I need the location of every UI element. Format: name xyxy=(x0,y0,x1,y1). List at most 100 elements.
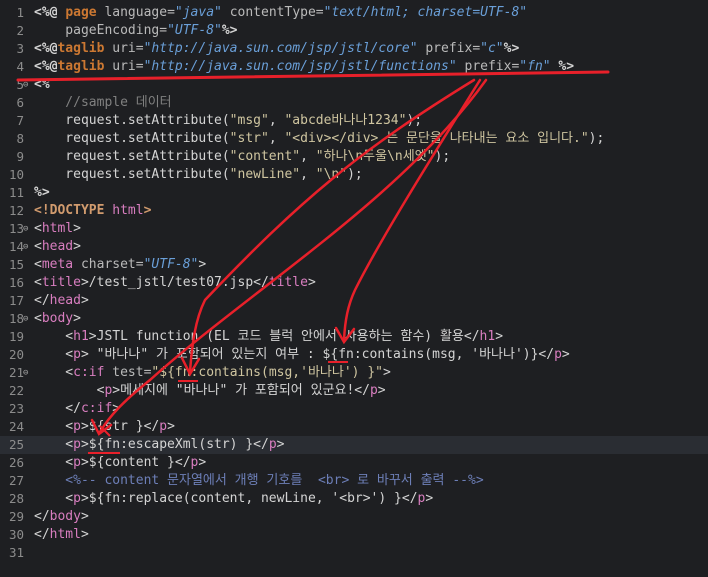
code-text: <%@taglib uri="http://java.sun.com/jsp/j… xyxy=(34,40,519,58)
code-token: c:if xyxy=(73,365,113,380)
code-token: <% xyxy=(34,77,50,92)
code-line-13[interactable]: 13 ⊖ <html> xyxy=(0,220,708,238)
code-line-3[interactable]: 3 <%@taglib uri="http://java.sun.com/jsp/… xyxy=(0,40,708,58)
code-text: <!DOCTYPE html> xyxy=(34,202,151,220)
code-token: %> xyxy=(550,59,575,74)
code-line-25[interactable]: 25 <p>${fn:escapeXml(str) }</p> xyxy=(0,436,708,454)
code-line-10[interactable]: 10 request.setAttribute("newLine", "\n")… xyxy=(0,166,708,184)
code-text: pageEncoding="UTF-8"%> xyxy=(34,22,237,40)
code-token: html xyxy=(41,221,74,236)
code-line-29[interactable]: 29 </body> xyxy=(0,508,708,526)
code-token: p xyxy=(369,383,378,398)
code-token: "fn" xyxy=(519,59,551,74)
code-token: > xyxy=(73,311,81,326)
code-token: html xyxy=(49,527,81,542)
code-token: p xyxy=(268,437,277,452)
code-text: </body> xyxy=(34,508,89,526)
fold-toggle-icon[interactable]: ⊖ xyxy=(23,310,33,328)
code-line-28[interactable]: 28 <p>${fn:replace(content, newLine, '<b… xyxy=(0,490,708,508)
code-line-14[interactable]: 14 ⊖ <head> xyxy=(0,238,708,256)
code-line-17[interactable]: 17 </head> xyxy=(0,292,708,310)
code-line-11[interactable]: 11 %> xyxy=(0,184,708,202)
code-line-1[interactable]: 1 <%@ page language="java" contentType="t… xyxy=(0,4,708,22)
line-number: 8 xyxy=(16,131,24,146)
code-token: ); xyxy=(406,113,423,128)
code-token: "msg" xyxy=(229,113,269,128)
code-token: < xyxy=(34,365,74,380)
code-line-26[interactable]: 26 <p>${content }</p> xyxy=(0,454,708,472)
code-line-7[interactable]: 7 request.setAttribute("msg", "abcde바나나1… xyxy=(0,112,708,130)
code-token: > xyxy=(198,257,207,272)
fold-toggle-icon[interactable]: ⊖ xyxy=(23,220,33,238)
code-token: < xyxy=(34,437,74,452)
code-text: <html> xyxy=(34,220,81,238)
code-token: "str" xyxy=(229,131,269,146)
code-token: request.setAttribute( xyxy=(34,149,230,164)
code-line-9[interactable]: 9 request.setAttribute("content", "하나\n두… xyxy=(0,148,708,166)
code-token: html xyxy=(112,203,144,218)
line-number: 10 xyxy=(8,167,24,182)
code-line-19[interactable]: 19 <h1>JSTL function (EL 코드 블럭 안에서 사용하는 … xyxy=(0,328,708,346)
code-token: "http://java.sun.com/jsp/jstl/core" xyxy=(143,41,418,56)
code-line-20[interactable]: 20 <p> "바나나" 가 포함되어 있는지 여부 : ${fn:contai… xyxy=(0,346,708,364)
code-line-23[interactable]: 23 </c:if> xyxy=(0,400,708,418)
fold-toggle-icon[interactable]: ⊖ xyxy=(23,76,33,94)
line-number: 2 xyxy=(16,23,24,38)
code-line-24[interactable]: 24 <p>${str }</p> xyxy=(0,418,708,436)
code-token: p xyxy=(159,419,168,434)
line-number: 13 xyxy=(8,221,24,236)
code-token: <%@ xyxy=(34,5,66,20)
code-line-12[interactable]: 12 <!DOCTYPE html> xyxy=(0,202,708,220)
code-text: request.setAttribute("newLine", "\n"); xyxy=(34,166,362,184)
code-line-5[interactable]: 5 ⊖ <% xyxy=(0,76,708,94)
line-number: 4 xyxy=(16,59,24,74)
code-token: "UTF-8" xyxy=(167,23,222,38)
code-token: <!DOCTYPE xyxy=(34,203,113,218)
fold-toggle-icon[interactable]: ⊖ xyxy=(23,238,33,256)
code-token: >${fn:escapeXml(str) }</ xyxy=(80,437,269,452)
code-token: < xyxy=(34,491,74,506)
code-line-30[interactable]: 30 </html> xyxy=(0,526,708,544)
code-text: <%@taglib uri="http://java.sun.com/jsp/j… xyxy=(34,58,574,76)
code-token: "<div></div> 는 문단을 나타내는 요소 입니다." xyxy=(284,131,589,146)
code-text: <% xyxy=(34,76,50,94)
code-token: > xyxy=(80,293,89,308)
code-line-2[interactable]: 2 pageEncoding="UTF-8"%> xyxy=(0,22,708,40)
code-token: "http://java.sun.com/jsp/jstl/functions" xyxy=(143,59,457,74)
code-line-22[interactable]: 22 <p>메세지에 "바나나" 가 포함되어 있군요!</p> xyxy=(0,382,708,400)
code-token: h1 xyxy=(479,329,496,344)
code-text: <meta charset="UTF-8"> xyxy=(34,256,206,274)
code-line-6[interactable]: 6 //sample 데이터 xyxy=(0,94,708,112)
code-token: > xyxy=(80,509,89,524)
code-line-16[interactable]: 16 <title>/test_jstl/test07.jsp</title> xyxy=(0,274,708,292)
code-token: p xyxy=(73,347,81,362)
line-number: 5 xyxy=(16,77,24,92)
code-line-8[interactable]: 8 request.setAttribute("str", "<div></di… xyxy=(0,130,708,148)
code-token: head xyxy=(41,239,74,254)
line-number: 27 xyxy=(8,473,24,488)
code-token: < xyxy=(34,455,74,470)
code-text: <p>${content }</p> xyxy=(34,454,206,472)
code-token: //sample 데이터 xyxy=(34,95,172,110)
code-line-18[interactable]: 18 ⊖ <body> xyxy=(0,310,708,328)
code-token: > xyxy=(167,419,175,434)
line-number: 15 xyxy=(8,257,24,272)
code-line-31[interactable]: 31 xyxy=(0,544,708,562)
code-editor[interactable]: 1 <%@ page language="java" contentType="t… xyxy=(0,0,708,577)
code-token: taglib xyxy=(57,41,113,56)
code-line-27[interactable]: 27 <%-- content 문자열에서 개행 기호를 <br> 로 바꾸서 … xyxy=(0,472,708,490)
code-token: < xyxy=(34,419,74,434)
code-token: prefix= xyxy=(456,59,520,74)
line-number: 14 xyxy=(8,239,24,254)
code-token: title xyxy=(41,275,81,290)
line-number: 18 xyxy=(8,311,24,326)
code-token: page xyxy=(65,5,105,20)
code-line-4[interactable]: 4 <%@taglib uri="http://java.sun.com/jsp/… xyxy=(0,58,708,76)
fold-toggle-icon[interactable]: ⊖ xyxy=(23,364,33,382)
code-line-21[interactable]: 21 ⊖ <c:if test="${fn:contains(msg,'바나나')… xyxy=(0,364,708,382)
code-token: , xyxy=(300,149,316,164)
code-token: >/test_jstl/test07.jsp</ xyxy=(80,275,269,290)
code-text: <p> "바나나" 가 포함되어 있는지 여부 : ${fn:contains(… xyxy=(34,346,569,364)
code-text: <p>메세지에 "바나나" 가 포함되어 있군요!</p> xyxy=(34,382,386,400)
code-line-15[interactable]: 15 <meta charset="UTF-8"> xyxy=(0,256,708,274)
